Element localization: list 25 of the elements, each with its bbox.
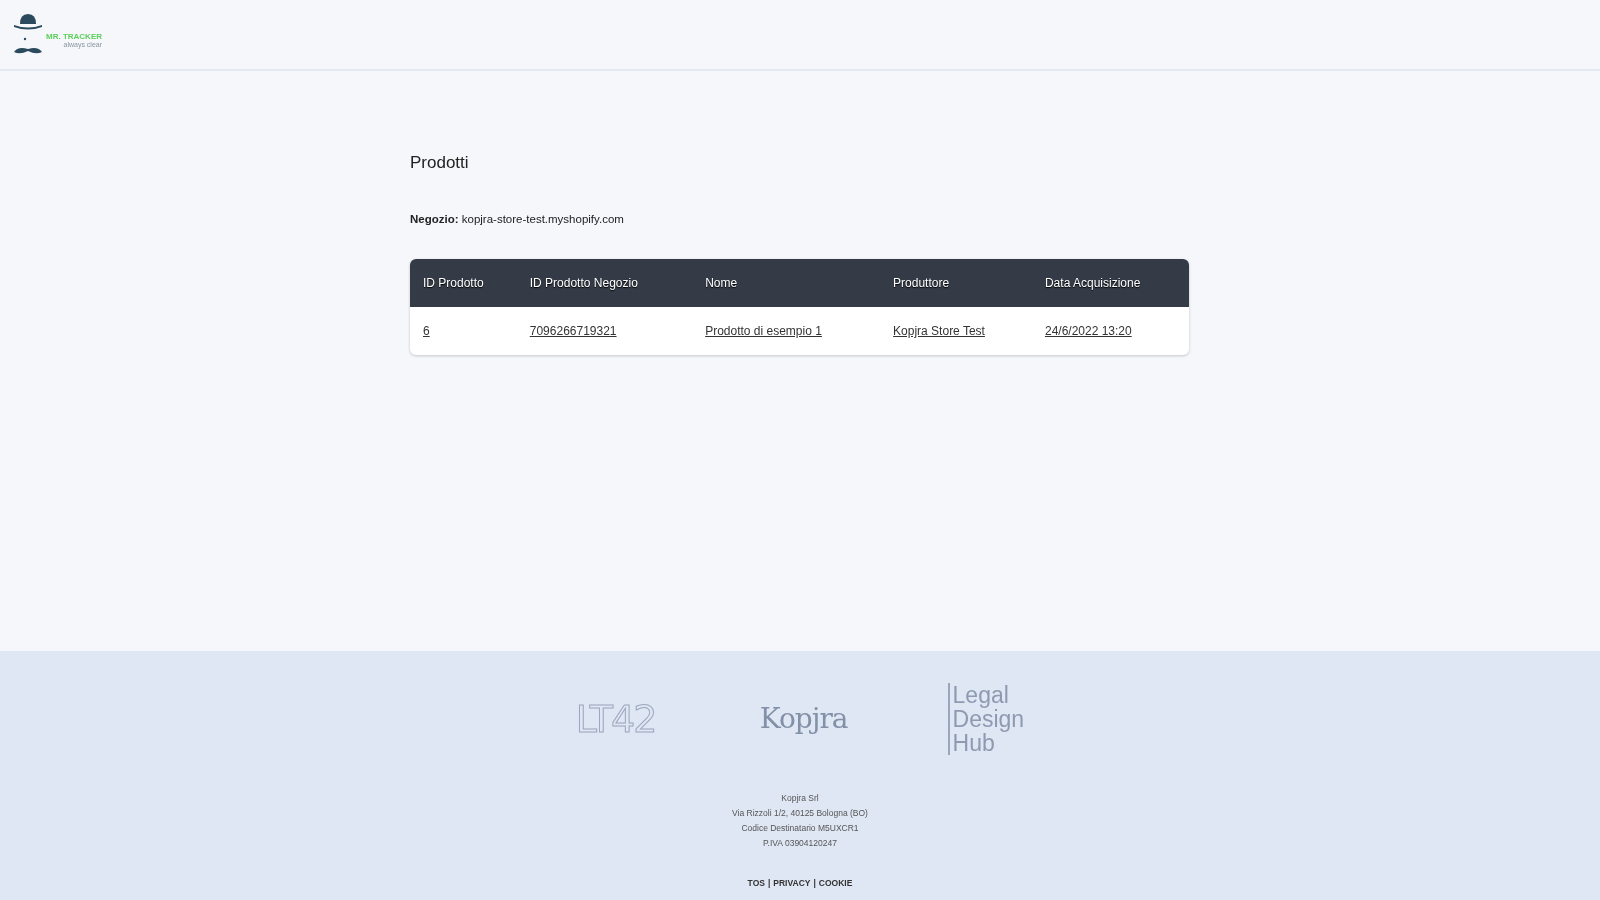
store-info: Negozio: kopjra-store-test.myshopify.com (410, 213, 625, 225)
column-header: ID Prodotto Negozio (516, 259, 693, 307)
table-link[interactable]: 24/6/2022 13:20 (1044, 324, 1132, 338)
column-header: ID Prodotto (410, 259, 517, 307)
table-link[interactable]: 7096266719321 (529, 324, 617, 338)
column-header: Produttore (880, 259, 1032, 307)
lt42-logo: LT42 (575, 697, 657, 741)
page-title: Prodotti (410, 153, 470, 173)
legal-design-hub-logo: Legal Design Hub (947, 683, 1025, 755)
footer-link[interactable]: TOS (747, 878, 765, 888)
company-info: P.IVA 03904120247 (763, 838, 837, 848)
company-info: Codice Destinatario M5UXCR1 (741, 823, 859, 833)
kopjra-logo: Kopjra (759, 701, 848, 737)
company-info: Via Rizzoli 1/2, 40125 Bologna (BO) (732, 808, 868, 818)
column-header: Nome (692, 259, 881, 307)
table-link[interactable]: Kopjra Store Test (893, 324, 985, 338)
logo-name: MR. TRACKER (46, 31, 102, 41)
footer-link[interactable]: PRIVACY (773, 878, 811, 888)
separator: | (813, 878, 816, 888)
separator: | (767, 878, 771, 888)
column-header: Data Acquisizione (1031, 259, 1189, 307)
table-link[interactable]: Prodotto di esempio 1 (705, 324, 822, 338)
company-info: Kopjra Srl (781, 793, 819, 803)
footer-link[interactable]: COOKIE (818, 878, 853, 888)
table-link[interactable]: 6 (423, 324, 430, 338)
